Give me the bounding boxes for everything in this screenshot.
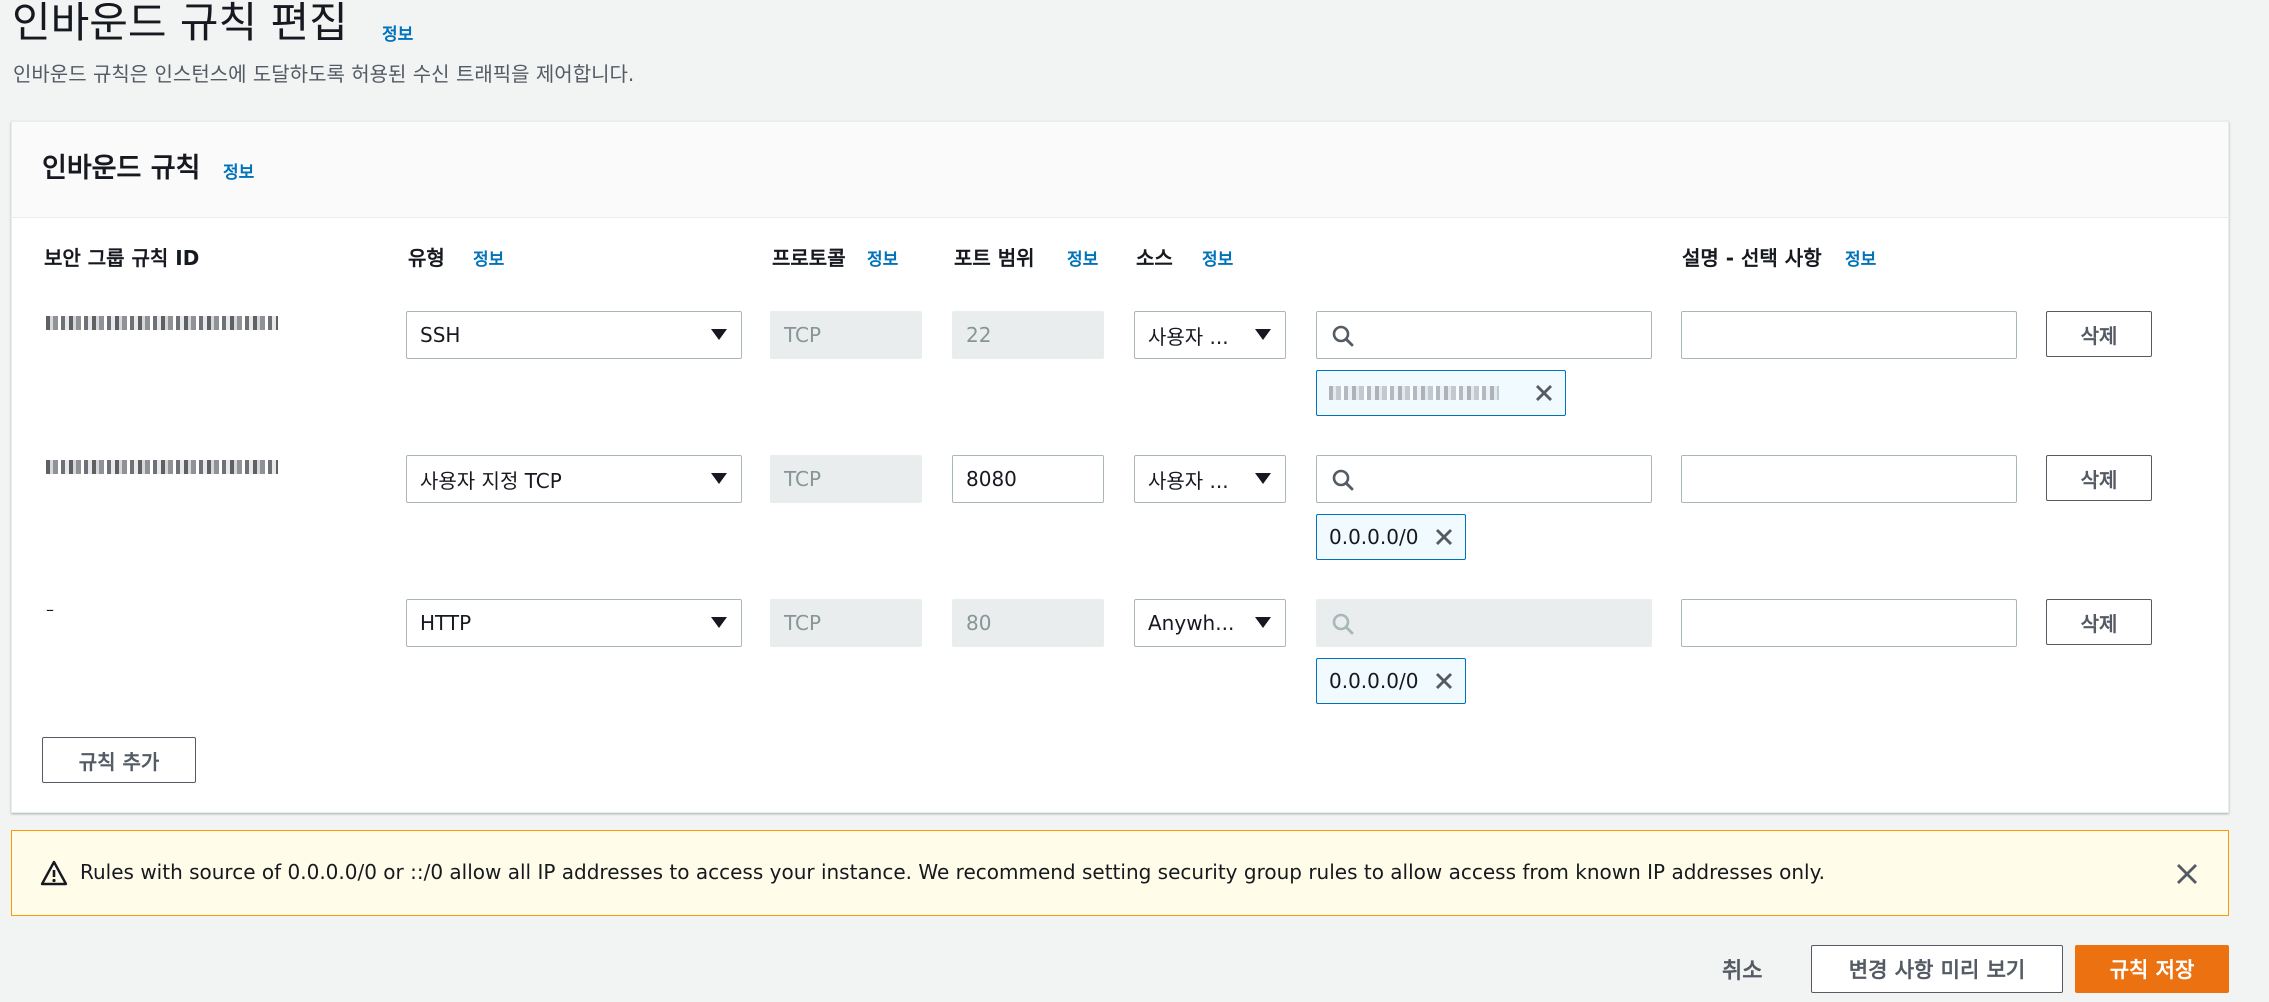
rule-2-source-select[interactable]: 사용자 ... — [1134, 455, 1286, 503]
rule-1-type-select[interactable]: SSH — [406, 311, 742, 359]
inbound-rules-panel: 인바운드 규칙 정보 보안 그룹 규칙 ID 유형 정보 프로토콜 정보 포트 … — [11, 121, 2229, 813]
warning-alert: Rules with source of 0.0.0.0/0 or ::/0 a… — [11, 830, 2229, 916]
rule-2-description-input[interactable] — [1681, 455, 2017, 503]
warning-icon — [40, 860, 68, 886]
close-icon[interactable] — [2174, 861, 2200, 887]
caret-down-icon — [1255, 473, 1271, 484]
rule-3-source-select[interactable]: Anywh... — [1134, 599, 1286, 647]
rule-id-3: – — [46, 600, 55, 619]
redacted-rule-id — [46, 460, 278, 474]
column-description-info-link[interactable]: 정보 — [1845, 245, 1876, 270]
rule-3-source-token: 0.0.0.0/0 — [1316, 658, 1466, 704]
column-header-protocol: 프로토콜 — [772, 246, 846, 270]
redacted-rule-id — [46, 316, 278, 330]
caret-down-icon — [1255, 617, 1271, 628]
rule-1-description-input[interactable] — [1681, 311, 2017, 359]
column-protocol-info-link[interactable]: 정보 — [867, 245, 898, 270]
panel-header: 인바운드 규칙 정보 — [12, 122, 2228, 218]
column-header-port-range: 포트 범위 — [954, 246, 1035, 270]
column-header-source: 소스 — [1136, 246, 1173, 270]
rule-2-type-select[interactable]: 사용자 지정 TCP — [406, 455, 742, 503]
rule-3-protocol-field: TCP — [770, 599, 922, 647]
redacted-source-ip — [1329, 386, 1499, 400]
edit-inbound-rules-page: 인바운드 규칙 편집 정보 인바운드 규칙은 인스턴스에 도달하도록 허용된 수… — [0, 0, 2269, 1002]
caret-down-icon — [711, 617, 727, 628]
rule-1-delete-button[interactable]: 삭제 — [2046, 311, 2152, 357]
cancel-button[interactable]: 취소 — [1722, 953, 1762, 985]
panel-title-info-link[interactable]: 정보 — [223, 158, 254, 183]
search-icon — [1332, 325, 1354, 347]
page-title-info-link[interactable]: 정보 — [382, 20, 413, 45]
rule-2-source-token: 0.0.0.0/0 — [1316, 514, 1466, 560]
search-icon — [1332, 469, 1354, 491]
caret-down-icon — [1255, 329, 1271, 340]
column-port-info-link[interactable]: 정보 — [1067, 245, 1098, 270]
rule-3-port-field: 80 — [952, 599, 1104, 647]
page-description: 인바운드 규칙은 인스턴스에 도달하도록 허용된 수신 트래픽을 제어합니다. — [13, 62, 635, 86]
rule-3-description-input[interactable] — [1681, 599, 2017, 647]
rule-1-protocol-field: TCP — [770, 311, 922, 359]
column-header-rule-id: 보안 그룹 규칙 ID — [44, 246, 200, 270]
rule-1-source-token — [1316, 370, 1566, 416]
page-title: 인바운드 규칙 편집 — [12, 0, 348, 47]
rule-2-source-search-input[interactable] — [1316, 455, 1652, 503]
search-icon — [1332, 613, 1354, 635]
add-rule-button[interactable]: 규칙 추가 — [42, 737, 196, 783]
rule-3-source-search-input — [1316, 599, 1652, 647]
close-icon[interactable] — [1433, 670, 1455, 692]
rule-id-2 — [46, 459, 278, 478]
column-source-info-link[interactable]: 정보 — [1202, 245, 1233, 270]
close-icon[interactable] — [1533, 382, 1555, 404]
column-header-description: 설명 - 선택 사항 — [1682, 246, 1822, 270]
rule-id-1 — [46, 315, 278, 334]
column-header-type: 유형 — [408, 246, 445, 270]
close-icon[interactable] — [1433, 526, 1455, 548]
panel-title: 인바운드 규칙 — [42, 153, 201, 184]
rule-3-delete-button[interactable]: 삭제 — [2046, 599, 2152, 645]
rule-1-source-search-input[interactable] — [1316, 311, 1652, 359]
warning-alert-text: Rules with source of 0.0.0.0/0 or ::/0 a… — [80, 860, 1825, 884]
column-type-info-link[interactable]: 정보 — [473, 245, 504, 270]
rule-1-source-select[interactable]: 사용자 ... — [1134, 311, 1286, 359]
rule-2-delete-button[interactable]: 삭제 — [2046, 455, 2152, 501]
rule-2-protocol-field: TCP — [770, 455, 922, 503]
rule-3-type-select[interactable]: HTTP — [406, 599, 742, 647]
save-rules-button[interactable]: 규칙 저장 — [2075, 945, 2229, 993]
preview-changes-button[interactable]: 변경 사항 미리 보기 — [1811, 945, 2063, 993]
caret-down-icon — [711, 329, 727, 340]
rule-2-port-input[interactable]: 8080 — [952, 455, 1104, 503]
rule-1-port-field: 22 — [952, 311, 1104, 359]
caret-down-icon — [711, 473, 727, 484]
